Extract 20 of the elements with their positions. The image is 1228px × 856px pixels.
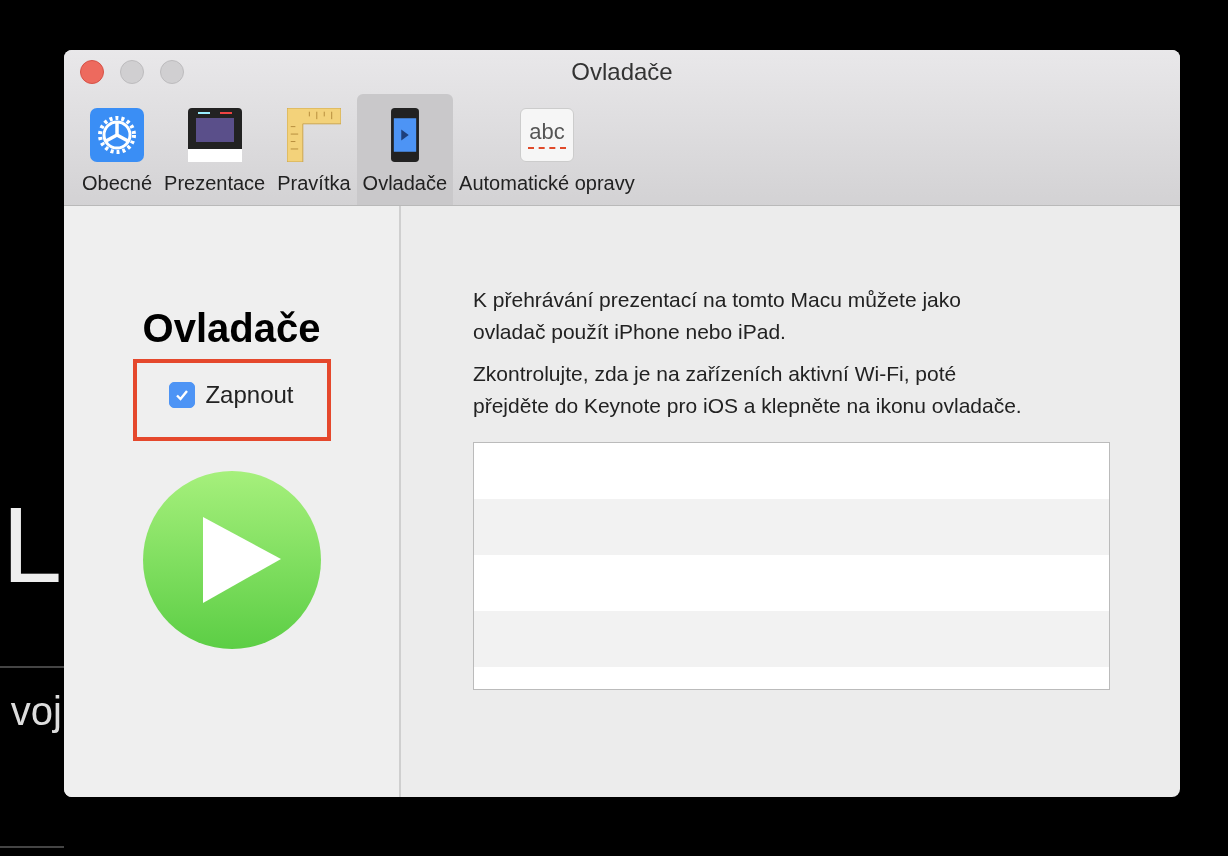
toolbar-tab[interactable]: abc Automatické opravy <box>453 94 641 205</box>
gear-icon <box>90 108 145 162</box>
minimize-button[interactable] <box>120 60 144 84</box>
toolbar-tab[interactable]: Prezentace <box>158 94 272 205</box>
zoom-button[interactable] <box>160 60 184 84</box>
panel-heading: Ovladače <box>142 306 321 351</box>
toolbar-tab[interactable]: Pravítka <box>271 94 357 205</box>
backdrop-text: voj <box>10 688 63 735</box>
ruler-icon <box>286 108 341 162</box>
play-icon <box>142 471 321 649</box>
enable-checkbox[interactable]: Zapnout <box>169 381 294 409</box>
backdrop-letter: L <box>1 483 63 607</box>
description-text: K přehrávání prezentací na tomto Macu můžete jako ovladač použít iPhone nebo iPad. <box>473 287 962 345</box>
window-title: Ovladače <box>570 58 674 86</box>
toolbar-tab[interactable]: Obecné <box>76 94 159 205</box>
close-button[interactable] <box>80 60 104 84</box>
toolbar-tab[interactable]: Ovladače <box>356 94 454 205</box>
display-icon <box>187 108 242 162</box>
spelling-icon: abc <box>519 108 574 162</box>
description-text: Zkontrolujte, zda je na zařízeních aktivní Wi-Fi, poté přejděte do Keynote pro iOS a klepněte na ikonu ovladače. <box>473 361 1023 419</box>
